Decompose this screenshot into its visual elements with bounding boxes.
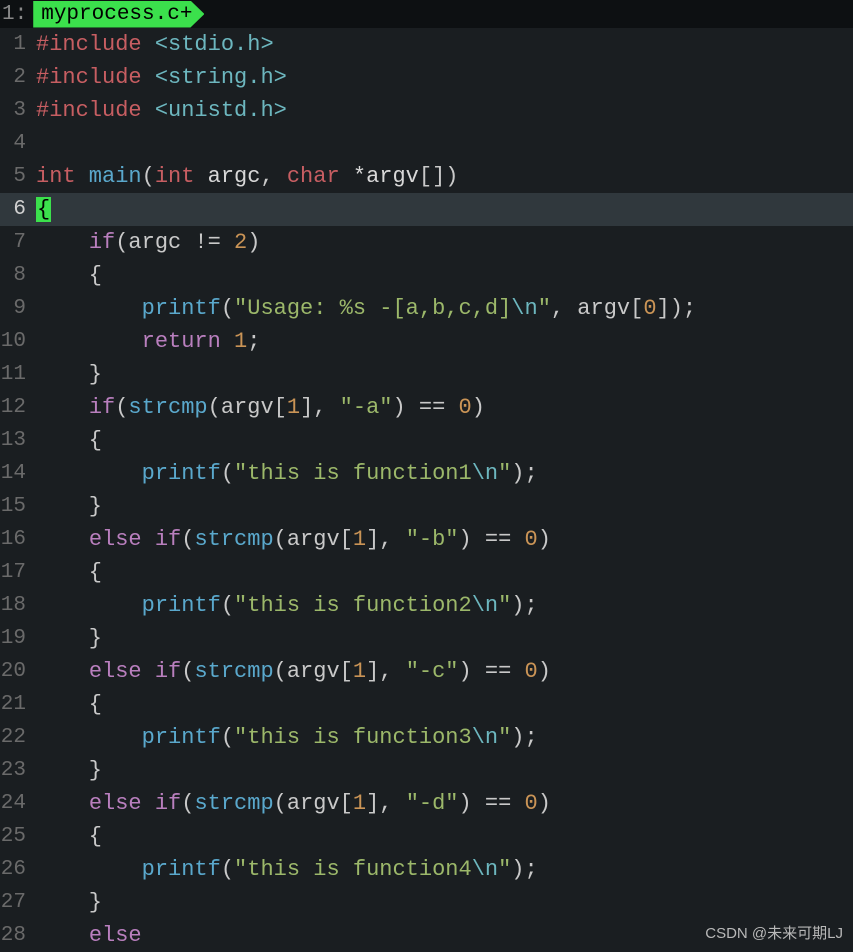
code-content: #include <unistd.h> (36, 98, 287, 123)
code-content: else (36, 923, 142, 948)
code-line: 14 printf("this is function1\n"); (0, 457, 853, 490)
code-content: { (36, 197, 51, 222)
code-content: } (36, 362, 102, 387)
code-content: printf("this is function2\n"); (36, 593, 538, 618)
code-line: 18 printf("this is function2\n"); (0, 589, 853, 622)
code-content: { (36, 692, 102, 717)
code-content: int main(int argc, char *argv[]) (36, 164, 459, 189)
line-number: 7 (0, 231, 36, 254)
line-number: 12 (0, 396, 36, 419)
line-number: 23 (0, 759, 36, 782)
line-number: 14 (0, 462, 36, 485)
tab-index: 1: (0, 3, 33, 26)
line-number: 21 (0, 693, 36, 716)
line-number: 22 (0, 726, 36, 749)
code-line: 16 else if(strcmp(argv[1], "-b") == 0) (0, 523, 853, 556)
code-line: 5int main(int argc, char *argv[]) (0, 160, 853, 193)
code-line: 11 } (0, 358, 853, 391)
code-line: 10 return 1; (0, 325, 853, 358)
code-content: #include <string.h> (36, 65, 287, 90)
line-number: 17 (0, 561, 36, 584)
code-line-active: 6{ (0, 193, 853, 226)
code-line: 12 if(strcmp(argv[1], "-a") == 0) (0, 391, 853, 424)
code-content: else if(strcmp(argv[1], "-c") == 0) (36, 659, 551, 684)
line-number: 4 (0, 132, 36, 155)
line-number: 26 (0, 858, 36, 881)
line-number: 8 (0, 264, 36, 287)
line-number: 5 (0, 165, 36, 188)
code-content: } (36, 494, 102, 519)
cursor-icon: { (36, 197, 51, 222)
tab-bar: 1: myprocess.c+ (0, 0, 853, 28)
code-content: if(argc != 2) (36, 230, 260, 255)
line-number: 16 (0, 528, 36, 551)
tab-active[interactable]: myprocess.c+ (33, 1, 204, 28)
code-content: return 1; (36, 329, 260, 354)
code-line: 23 } (0, 754, 853, 787)
code-line: 26 printf("this is function4\n"); (0, 853, 853, 886)
code-content: { (36, 263, 102, 288)
line-number: 15 (0, 495, 36, 518)
code-line: 25 { (0, 820, 853, 853)
code-content: { (36, 560, 102, 585)
code-line: 8 { (0, 259, 853, 292)
line-number: 13 (0, 429, 36, 452)
code-content: printf("this is function1\n"); (36, 461, 538, 486)
code-line: 19 } (0, 622, 853, 655)
code-line: 20 else if(strcmp(argv[1], "-c") == 0) (0, 655, 853, 688)
code-content: if(strcmp(argv[1], "-a") == 0) (36, 395, 485, 420)
line-number: 25 (0, 825, 36, 848)
line-number: 19 (0, 627, 36, 650)
code-editor[interactable]: 1#include <stdio.h> 2#include <string.h>… (0, 28, 853, 952)
code-content: } (36, 890, 102, 915)
code-content: } (36, 626, 102, 651)
line-number: 24 (0, 792, 36, 815)
code-content: } (36, 758, 102, 783)
code-line: 2#include <string.h> (0, 61, 853, 94)
code-line: 21 { (0, 688, 853, 721)
line-number: 27 (0, 891, 36, 914)
line-number: 6 (0, 198, 36, 221)
code-content: { (36, 428, 102, 453)
line-number: 3 (0, 99, 36, 122)
code-line: 7 if(argc != 2) (0, 226, 853, 259)
code-line: 17 { (0, 556, 853, 589)
line-number: 1 (0, 33, 36, 56)
watermark-text: CSDN @未来可期LJ (705, 922, 843, 943)
line-number: 9 (0, 297, 36, 320)
code-content: printf("this is function3\n"); (36, 725, 538, 750)
code-line: 3#include <unistd.h> (0, 94, 853, 127)
line-number: 10 (0, 330, 36, 353)
code-line: 1#include <stdio.h> (0, 28, 853, 61)
code-content: #include <stdio.h> (36, 32, 274, 57)
code-content: else if(strcmp(argv[1], "-b") == 0) (36, 527, 551, 552)
code-line: 22 printf("this is function3\n"); (0, 721, 853, 754)
code-line: 9 printf("Usage: %s -[a,b,c,d]\n", argv[… (0, 292, 853, 325)
line-number: 28 (0, 924, 36, 947)
code-content: { (36, 824, 102, 849)
line-number: 2 (0, 66, 36, 89)
code-content: printf("Usage: %s -[a,b,c,d]\n", argv[0]… (36, 296, 696, 321)
code-line: 13 { (0, 424, 853, 457)
code-line: 27 } (0, 886, 853, 919)
code-line: 15 } (0, 490, 853, 523)
code-content: printf("this is function4\n"); (36, 857, 538, 882)
line-number: 18 (0, 594, 36, 617)
code-line: 4 (0, 127, 853, 160)
code-content: else if(strcmp(argv[1], "-d") == 0) (36, 791, 551, 816)
code-line: 24 else if(strcmp(argv[1], "-d") == 0) (0, 787, 853, 820)
line-number: 11 (0, 363, 36, 386)
line-number: 20 (0, 660, 36, 683)
